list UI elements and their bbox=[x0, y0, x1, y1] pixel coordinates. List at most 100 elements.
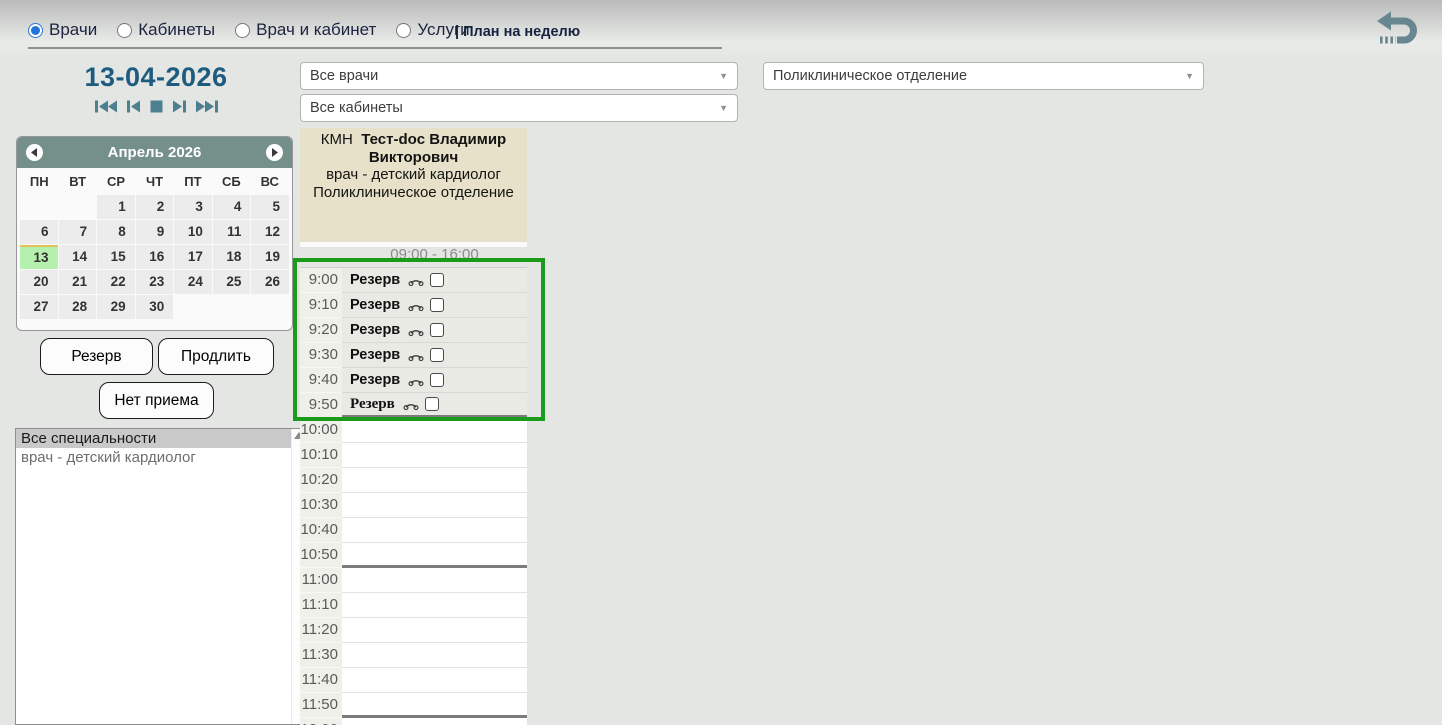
calendar-day-23[interactable]: 23 bbox=[136, 270, 174, 294]
slot-cell-11:10[interactable] bbox=[342, 593, 527, 618]
calendar-day-19[interactable]: 19 bbox=[251, 245, 289, 269]
calendar-day-20[interactable]: 20 bbox=[20, 270, 58, 294]
calendar-cell-empty bbox=[251, 295, 289, 319]
slot-time-label: 9:30 bbox=[300, 343, 342, 368]
calendar-day-22[interactable]: 22 bbox=[97, 270, 135, 294]
slot-cell-9:40[interactable]: Резерв bbox=[342, 368, 527, 393]
calendar-day-26[interactable]: 26 bbox=[251, 270, 289, 294]
calendar-day-5[interactable]: 5 bbox=[251, 195, 289, 219]
month-calendar: Апрель 2026 ПНВТСРЧТПТСБВС 1234567891011… bbox=[16, 136, 293, 331]
first-day-icon[interactable] bbox=[95, 100, 117, 113]
calendar-day-7[interactable]: 7 bbox=[59, 220, 97, 244]
mode-radio-1[interactable]: Кабинеты bbox=[117, 20, 215, 40]
today-icon[interactable] bbox=[150, 100, 163, 113]
radio-icon[interactable] bbox=[396, 23, 411, 38]
calendar-next-month-button[interactable] bbox=[266, 144, 283, 161]
calendar-day-6[interactable]: 6 bbox=[20, 220, 58, 244]
slot-cell-9:30[interactable]: Резерв bbox=[342, 343, 527, 368]
calendar-day-18[interactable]: 18 bbox=[213, 245, 251, 269]
slot-checkbox[interactable] bbox=[425, 397, 439, 411]
chevron-down-icon: ▼ bbox=[719, 103, 728, 113]
prev-day-icon[interactable] bbox=[127, 100, 140, 113]
slot-cell-11:30[interactable] bbox=[342, 643, 527, 668]
slot-status-label: Резерв bbox=[350, 272, 400, 288]
slot-row-10:40: 10:40 bbox=[300, 518, 527, 543]
calendar-day-8[interactable]: 8 bbox=[97, 220, 135, 244]
slot-row-11:50: 11:50 bbox=[300, 693, 527, 718]
slot-time-label: 10:30 bbox=[300, 493, 342, 518]
slot-checkbox[interactable] bbox=[430, 348, 444, 362]
calendar-day-4[interactable]: 4 bbox=[213, 195, 251, 219]
slot-cell-9:20[interactable]: Резерв bbox=[342, 318, 527, 343]
calendar-day-2[interactable]: 2 bbox=[136, 195, 174, 219]
extend-button[interactable]: Продлить bbox=[158, 338, 274, 375]
calendar-day-3[interactable]: 3 bbox=[174, 195, 212, 219]
slot-checkbox[interactable] bbox=[430, 323, 444, 337]
calendar-day-25[interactable]: 25 bbox=[213, 270, 251, 294]
slot-time-label: 10:10 bbox=[300, 443, 342, 468]
slot-cell-9:10[interactable]: Резерв bbox=[342, 293, 527, 318]
radio-icon[interactable] bbox=[235, 23, 250, 38]
specialty-item-1[interactable]: врач - детский кардиолог bbox=[16, 448, 305, 467]
mode-radio-0[interactable]: Врачи bbox=[28, 20, 97, 40]
reserve-button[interactable]: Резерв bbox=[40, 338, 153, 375]
specialty-item-0[interactable]: Все специальности bbox=[16, 429, 305, 448]
department-dropdown[interactable]: Поликлиническое отделение ▼ bbox=[763, 62, 1204, 90]
calendar-prev-month-button[interactable] bbox=[26, 144, 43, 161]
slot-row-9:40: 9:40Резерв bbox=[300, 368, 527, 393]
slot-cell-9:50[interactable]: Резерв bbox=[342, 393, 527, 418]
doctor-card[interactable]: КМН Тест-doc Владимир Викторович врач - … bbox=[300, 128, 527, 242]
radio-icon[interactable] bbox=[28, 23, 43, 38]
slot-cell-11:00[interactable] bbox=[342, 568, 527, 593]
slot-time-label: 11:20 bbox=[300, 618, 342, 643]
calendar-day-21[interactable]: 21 bbox=[59, 270, 97, 294]
calendar-day-12[interactable]: 12 bbox=[251, 220, 289, 244]
slot-checkbox[interactable] bbox=[430, 298, 444, 312]
phone-icon bbox=[408, 298, 424, 312]
cabinets-dropdown[interactable]: Все кабинеты ▼ bbox=[300, 94, 738, 122]
slot-cell-10:50[interactable] bbox=[342, 543, 527, 568]
slot-checkbox[interactable] bbox=[430, 373, 444, 387]
calendar-day-1[interactable]: 1 bbox=[97, 195, 135, 219]
slot-cell-11:20[interactable] bbox=[342, 618, 527, 643]
slot-cell-10:20[interactable] bbox=[342, 468, 527, 493]
calendar-day-13[interactable]: 13 bbox=[20, 245, 58, 269]
slot-cell-12:00[interactable] bbox=[342, 718, 527, 725]
calendar-header: Апрель 2026 bbox=[17, 137, 292, 168]
calendar-day-27[interactable]: 27 bbox=[20, 295, 58, 319]
calendar-day-11[interactable]: 11 bbox=[213, 220, 251, 244]
no-reception-button[interactable]: Нет приема bbox=[99, 382, 214, 419]
slot-checkbox[interactable] bbox=[430, 273, 444, 287]
radio-icon[interactable] bbox=[117, 23, 132, 38]
toolbar-separator bbox=[28, 47, 722, 49]
calendar-day-14[interactable]: 14 bbox=[59, 245, 97, 269]
phone-icon bbox=[408, 373, 424, 387]
next-day-icon[interactable] bbox=[173, 100, 186, 113]
slot-row-11:00: 11:00 bbox=[300, 568, 527, 593]
calendar-day-29[interactable]: 29 bbox=[97, 295, 135, 319]
calendar-day-30[interactable]: 30 bbox=[136, 295, 174, 319]
slot-row-10:00: 10:00 bbox=[300, 418, 527, 443]
return-button[interactable] bbox=[1374, 8, 1420, 52]
slot-cell-9:00[interactable]: Резерв bbox=[342, 268, 527, 293]
calendar-day-15[interactable]: 15 bbox=[97, 245, 135, 269]
calendar-day-28[interactable]: 28 bbox=[59, 295, 97, 319]
slot-cell-10:00[interactable] bbox=[342, 418, 527, 443]
doctors-dropdown-value: Все врачи bbox=[310, 68, 378, 84]
calendar-day-16[interactable]: 16 bbox=[136, 245, 174, 269]
slot-cell-10:10[interactable] bbox=[342, 443, 527, 468]
calendar-day-17[interactable]: 17 bbox=[174, 245, 212, 269]
slot-cell-11:40[interactable] bbox=[342, 668, 527, 693]
calendar-day-9[interactable]: 9 bbox=[136, 220, 174, 244]
mode-radio-2[interactable]: Врач и кабинет bbox=[235, 20, 376, 40]
doctors-dropdown[interactable]: Все врачи ▼ bbox=[300, 62, 738, 90]
slot-cell-11:50[interactable] bbox=[342, 693, 527, 718]
slot-cell-10:40[interactable] bbox=[342, 518, 527, 543]
slot-cell-10:30[interactable] bbox=[342, 493, 527, 518]
last-day-icon[interactable] bbox=[196, 100, 218, 113]
calendar-day-10[interactable]: 10 bbox=[174, 220, 212, 244]
chevron-right-icon bbox=[271, 148, 278, 157]
week-plan-link[interactable]: | План на неделю bbox=[455, 24, 580, 40]
slot-time-label: 9:00 bbox=[300, 268, 342, 293]
calendar-day-24[interactable]: 24 bbox=[174, 270, 212, 294]
